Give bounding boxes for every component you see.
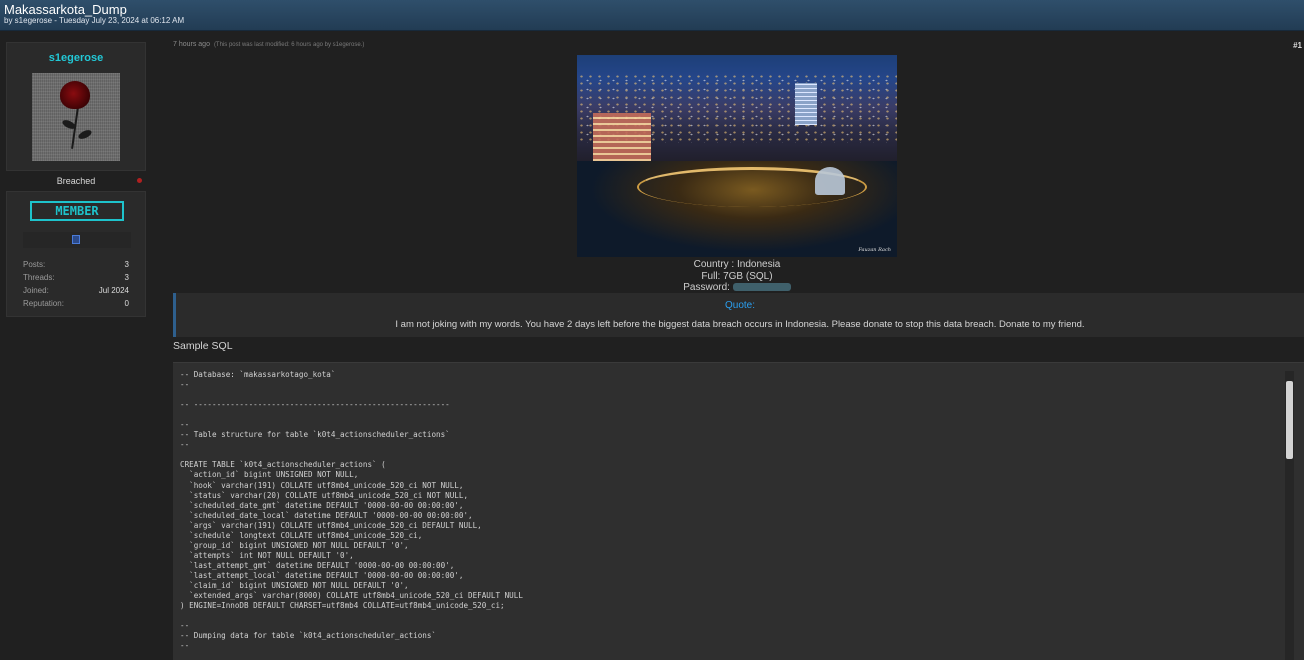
- quote-label: Quote:: [724, 300, 756, 311]
- stat-label: Posts:: [23, 260, 46, 269]
- post-edited-note: (This post was last modified: 6 hours ag…: [213, 42, 365, 48]
- avatar[interactable]: [32, 73, 120, 161]
- size-line: Full: 7GB (SQL): [701, 271, 773, 282]
- stat-value: 0: [124, 299, 129, 308]
- author-username[interactable]: s1egerose: [7, 43, 145, 71]
- thread-byline: by s1egerose - Tuesday July 23, 2024 at …: [4, 16, 185, 25]
- stat-value: Jul 2024: [98, 286, 129, 295]
- user-group-row: Breached: [6, 171, 146, 191]
- sample-sql-label: Sample SQL: [173, 340, 233, 352]
- rose-flower-shape: [60, 81, 90, 109]
- offline-dot-icon: [137, 178, 142, 183]
- image-signature: Fauzan Rach: [858, 247, 891, 253]
- stat-value: 3: [124, 273, 129, 282]
- country-line: Country : Indonesia: [693, 259, 781, 270]
- quote-text: I am not joking with my words. You have …: [395, 319, 1085, 330]
- rose-leaf-shape: [77, 128, 93, 141]
- post-number[interactable]: #1: [1293, 41, 1302, 50]
- post-image[interactable]: Fauzan Rach: [577, 55, 897, 257]
- stat-posts: Posts: 3: [23, 260, 129, 272]
- sql-code: -- Database: `makassarkotago_kota` -- --…: [180, 370, 523, 651]
- stat-label: Reputation:: [23, 299, 64, 308]
- code-scrollbar[interactable]: [1285, 371, 1294, 660]
- tower-shape: [795, 83, 817, 125]
- stat-label: Joined:: [23, 286, 49, 295]
- scrollbar-thumb[interactable]: [1286, 381, 1293, 459]
- stat-reputation: Reputation: 0: [23, 299, 129, 311]
- post-meta: 7 hours ago (This post was last modified…: [173, 41, 364, 48]
- stat-value: 3: [124, 260, 129, 269]
- password-line: Password: ab1c2d3e4f: [577, 282, 897, 293]
- user-stats: MEMBER Posts: 3 Threads: 3 Joined: Jul 2…: [6, 191, 146, 317]
- post-time[interactable]: 7 hours ago: [173, 41, 210, 48]
- password-value: ab1c2d3e4f: [732, 283, 791, 292]
- thread-header: Makassarkota_Dump by s1egerose - Tuesday…: [0, 0, 1304, 31]
- stat-label: Threads:: [23, 273, 55, 282]
- user-group: Breached: [56, 176, 96, 186]
- quote-block: Quote: I am not joking with my words. Yo…: [173, 293, 1304, 337]
- award-badge-icon[interactable]: [72, 235, 80, 244]
- stat-threads: Threads: 3: [23, 273, 129, 285]
- stat-joined: Joined: Jul 2024: [23, 286, 129, 298]
- code-block[interactable]: -- Database: `makassarkotago_kota` -- --…: [173, 362, 1304, 660]
- awards-strip: [23, 232, 131, 248]
- password-label: Password:: [683, 282, 730, 293]
- hotel-shape: [593, 113, 651, 167]
- user-card: s1egerose: [6, 42, 146, 171]
- floating-mosque-shape: [815, 167, 845, 195]
- rank-badge: MEMBER: [30, 201, 124, 221]
- thread-title: Makassarkota_Dump: [4, 2, 127, 17]
- author-sidebar: s1egerose Breached MEMBER Posts: 3 Threa…: [6, 42, 146, 317]
